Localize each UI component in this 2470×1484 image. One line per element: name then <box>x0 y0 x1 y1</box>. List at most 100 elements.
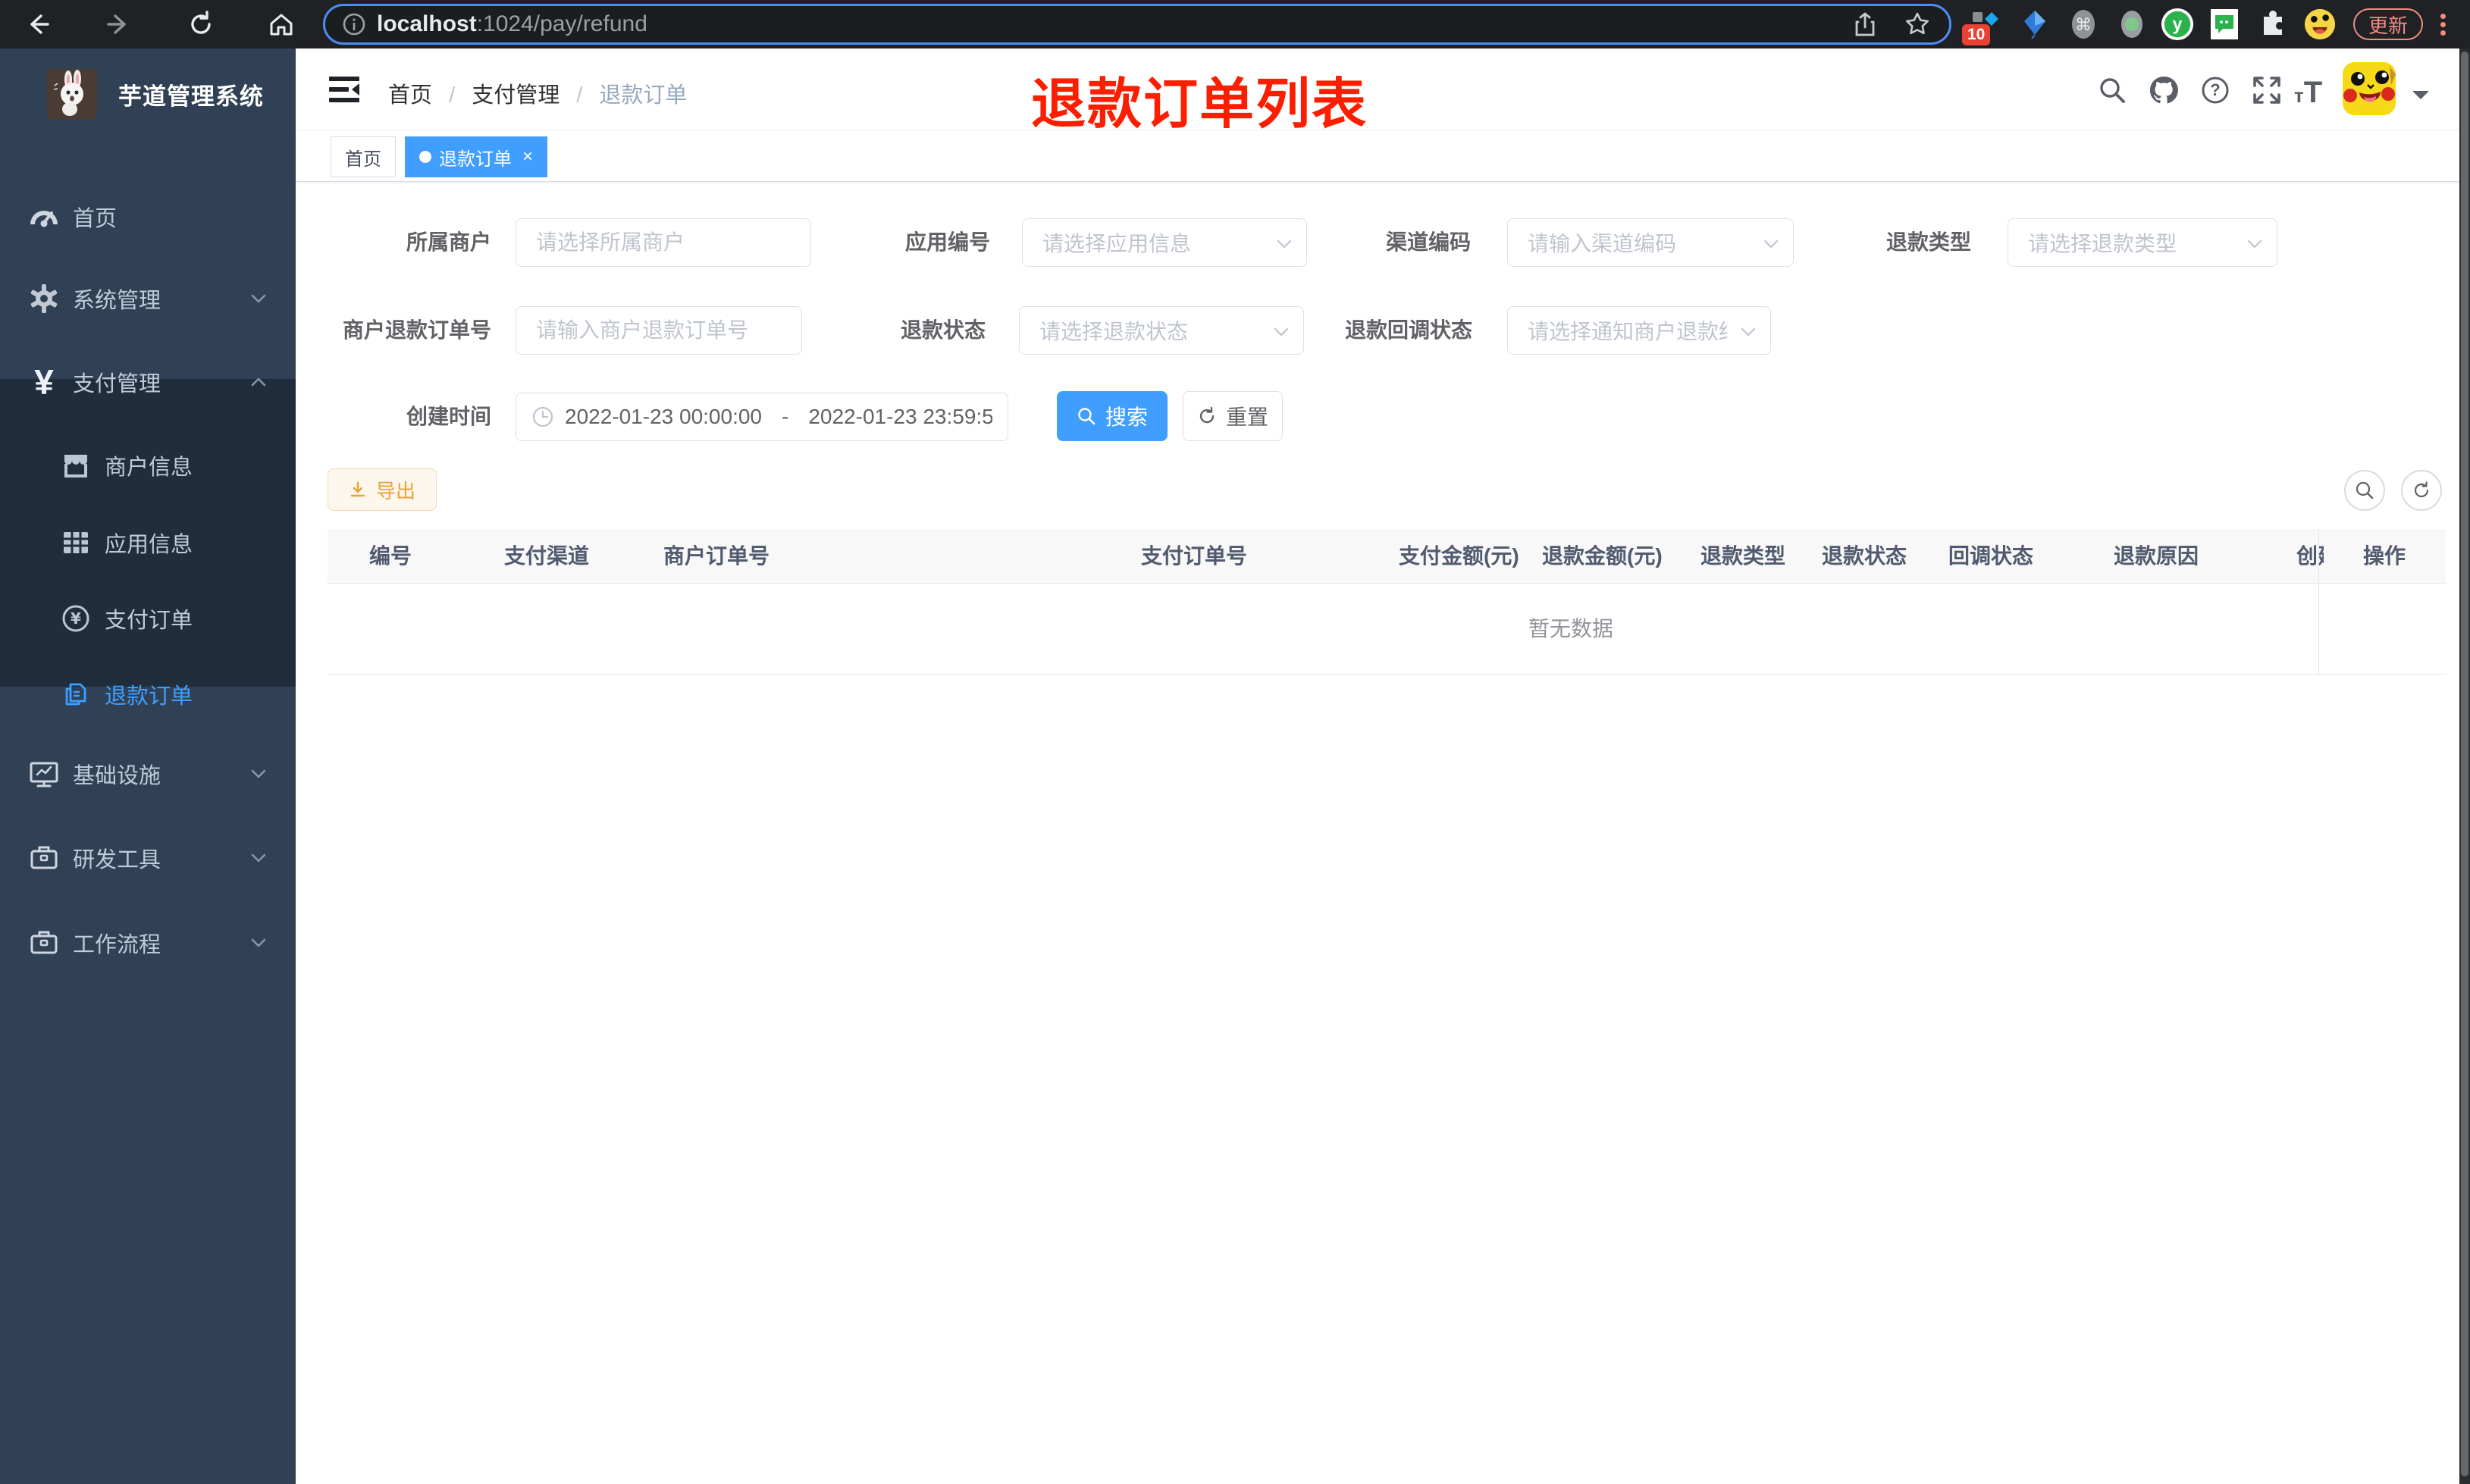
export-button[interactable]: 导出 <box>328 468 437 511</box>
col-pay-order[interactable]: 支付订单号 <box>1141 529 1247 584</box>
logo-rabbit-image <box>47 69 97 119</box>
sidebar-item-home[interactable]: 首页 <box>0 179 296 255</box>
col-pay-channel[interactable]: 支付渠道 <box>504 529 589 584</box>
chevron-down-icon <box>1277 240 1292 249</box>
col-callback-status[interactable]: 回调状态 <box>1948 529 2033 584</box>
breadcrumb-home[interactable]: 首页 <box>388 83 432 108</box>
merchant-label: 所属商户 <box>406 230 491 254</box>
range-start-value[interactable]: 2022-01-23 00:00:00 <box>565 405 762 429</box>
refund-status-label: 退款状态 <box>900 318 986 342</box>
col-pay-amount[interactable]: 支付金额(元) <box>1399 529 1519 584</box>
sidebar-item-workflow[interactable]: 工作流程 <box>0 905 296 981</box>
chevron-down-icon <box>1274 327 1289 337</box>
sidebar-item-dev-tools[interactable]: 研发工具 <box>0 820 296 896</box>
refund-type-select[interactable]: 请选择退款类型 <box>2008 218 2277 267</box>
github-icon[interactable] <box>2148 74 2180 106</box>
home-icon[interactable] <box>267 10 296 39</box>
sidebar-item-app-info[interactable]: 应用信息 <box>0 505 296 581</box>
search-icon <box>2356 481 2374 499</box>
col-refund-reason[interactable]: 退款原因 <box>2114 529 2199 584</box>
channel-select[interactable]: 请输入渠道编码 <box>1507 218 1794 267</box>
create-time-range-picker[interactable]: 2022-01-23 00:00:00 - 2022-01-23 23:59:5… <box>516 393 1008 441</box>
help-icon[interactable]: ? <box>2199 74 2231 106</box>
col-refund-status[interactable]: 退款状态 <box>1822 529 1907 584</box>
tab-home[interactable]: 首页 <box>331 136 396 177</box>
window-scrollbar[interactable] <box>2459 49 2470 1484</box>
refund-status-select[interactable]: 请选择退款状态 <box>1019 306 1304 355</box>
col-actions[interactable]: 操作 <box>2363 529 2406 584</box>
reset-button[interactable]: 重置 <box>1183 391 1283 441</box>
refresh-icon <box>2414 481 2429 498</box>
clock-icon <box>532 406 553 427</box>
avatar[interactable] <box>2343 62 2396 115</box>
bookmark-star-icon[interactable] <box>1904 11 1931 38</box>
sidebar-item-refund-order[interactable]: 退款订单 <box>0 656 296 732</box>
extension-badge: 10 <box>1962 24 1991 45</box>
app-label: 应用编号 <box>904 230 990 254</box>
page-title: 退款订单列表 <box>1031 74 1368 135</box>
col-refund-type[interactable]: 退款类型 <box>1700 529 1785 584</box>
refresh-table-button[interactable] <box>2401 470 2442 511</box>
fixed-column-divider <box>2318 529 2319 675</box>
logo[interactable]: 芋道管理系统 <box>0 49 296 139</box>
breadcrumb-pay[interactable]: 支付管理 <box>472 83 560 108</box>
browser-update-button[interactable]: 更新 <box>2353 8 2423 40</box>
yen-circle-icon: ¥ <box>61 603 91 634</box>
url-text[interactable]: localhost:1024/pay/refund <box>377 11 647 37</box>
forward-icon[interactable] <box>105 10 133 39</box>
table-empty-body: 暂无数据 <box>328 584 2446 675</box>
document-icon <box>61 679 91 709</box>
breadcrumb: 首页 / 支付管理 / 退款订单 <box>388 83 688 108</box>
address-bar[interactable]: localhost:1024/pay/refund <box>323 4 1951 45</box>
fullscreen-icon[interactable] <box>2251 74 2283 106</box>
sidebar-item-infra[interactable]: 基础设施 <box>0 736 296 812</box>
navbar: 首页 / 支付管理 / 退款订单 退款订单列表 ? тT <box>296 49 2470 135</box>
chevron-down-icon <box>251 769 266 778</box>
tab-refund-order[interactable]: 退款订单 × <box>405 136 548 177</box>
briefcase-icon <box>27 926 61 960</box>
col-id[interactable]: 编号 <box>369 529 412 584</box>
col-create-time[interactable]: 创建时间 <box>2296 529 2324 584</box>
sidebar-item-merchant-info[interactable]: 商户信息 <box>0 427 296 503</box>
search-icon <box>1078 408 1096 425</box>
range-end-value[interactable]: 2022-01-23 23:59:59 <box>808 405 992 429</box>
search-icon[interactable] <box>2096 74 2128 106</box>
extension-chat-icon[interactable] <box>2208 8 2241 41</box>
hamburger-icon[interactable] <box>329 76 359 103</box>
search-button[interactable]: 搜索 <box>1057 391 1168 441</box>
merchant-select[interactable] <box>516 218 811 267</box>
extension-puzzle-icon[interactable] <box>2256 8 2290 41</box>
merchant-refund-no-label: 商户退款订单号 <box>342 318 491 342</box>
share-icon[interactable] <box>1852 11 1878 37</box>
extension-y-icon[interactable]: y <box>2161 8 2194 41</box>
refresh-icon[interactable] <box>187 10 215 39</box>
tags-view: 首页 退款订单 × <box>296 130 2470 182</box>
site-info-icon[interactable] <box>342 12 366 36</box>
svg-text:y: y <box>2173 14 2183 34</box>
extension-circle-icon[interactable] <box>2115 8 2149 41</box>
toggle-search-button[interactable] <box>2344 470 2385 511</box>
sidebar-item-pay[interactable]: ¥ 支付管理 <box>0 344 296 420</box>
scrollbar-thumb[interactable] <box>2461 52 2468 1476</box>
extension-command-icon[interactable]: ⌘ <box>2067 8 2100 41</box>
chevron-down-icon <box>1741 327 1756 337</box>
col-merchant-order[interactable]: 商户订单号 <box>663 529 770 584</box>
dashboard-icon <box>27 200 61 233</box>
font-size-icon[interactable]: тT <box>2294 76 2322 110</box>
monitor-icon <box>27 757 61 791</box>
yen-icon: ¥ <box>34 362 54 402</box>
browser-menu-icon[interactable] <box>2440 11 2446 39</box>
close-tab-icon[interactable]: × <box>522 148 533 166</box>
avatar-caret-icon[interactable] <box>2412 91 2429 108</box>
col-refund-amount[interactable]: 退款金额(元) <box>1542 529 1663 584</box>
app-title: 芋道管理系统 <box>118 83 264 110</box>
extension-tiles-icon[interactable]: 10 <box>1962 8 2001 45</box>
app-select[interactable]: 请选择应用信息 <box>1022 218 1307 267</box>
sidebar-item-system[interactable]: 系统管理 <box>0 261 296 337</box>
merchant-refund-no-input[interactable] <box>516 306 802 355</box>
sidebar-item-pay-order[interactable]: ¥ 支付订单 <box>0 581 296 656</box>
extension-emoji-icon[interactable] <box>2303 8 2337 41</box>
notify-status-select[interactable]: 请选择通知商户退款结果的 <box>1507 306 1771 355</box>
back-icon[interactable] <box>23 10 52 39</box>
extension-kite-icon[interactable] <box>2018 8 2052 41</box>
